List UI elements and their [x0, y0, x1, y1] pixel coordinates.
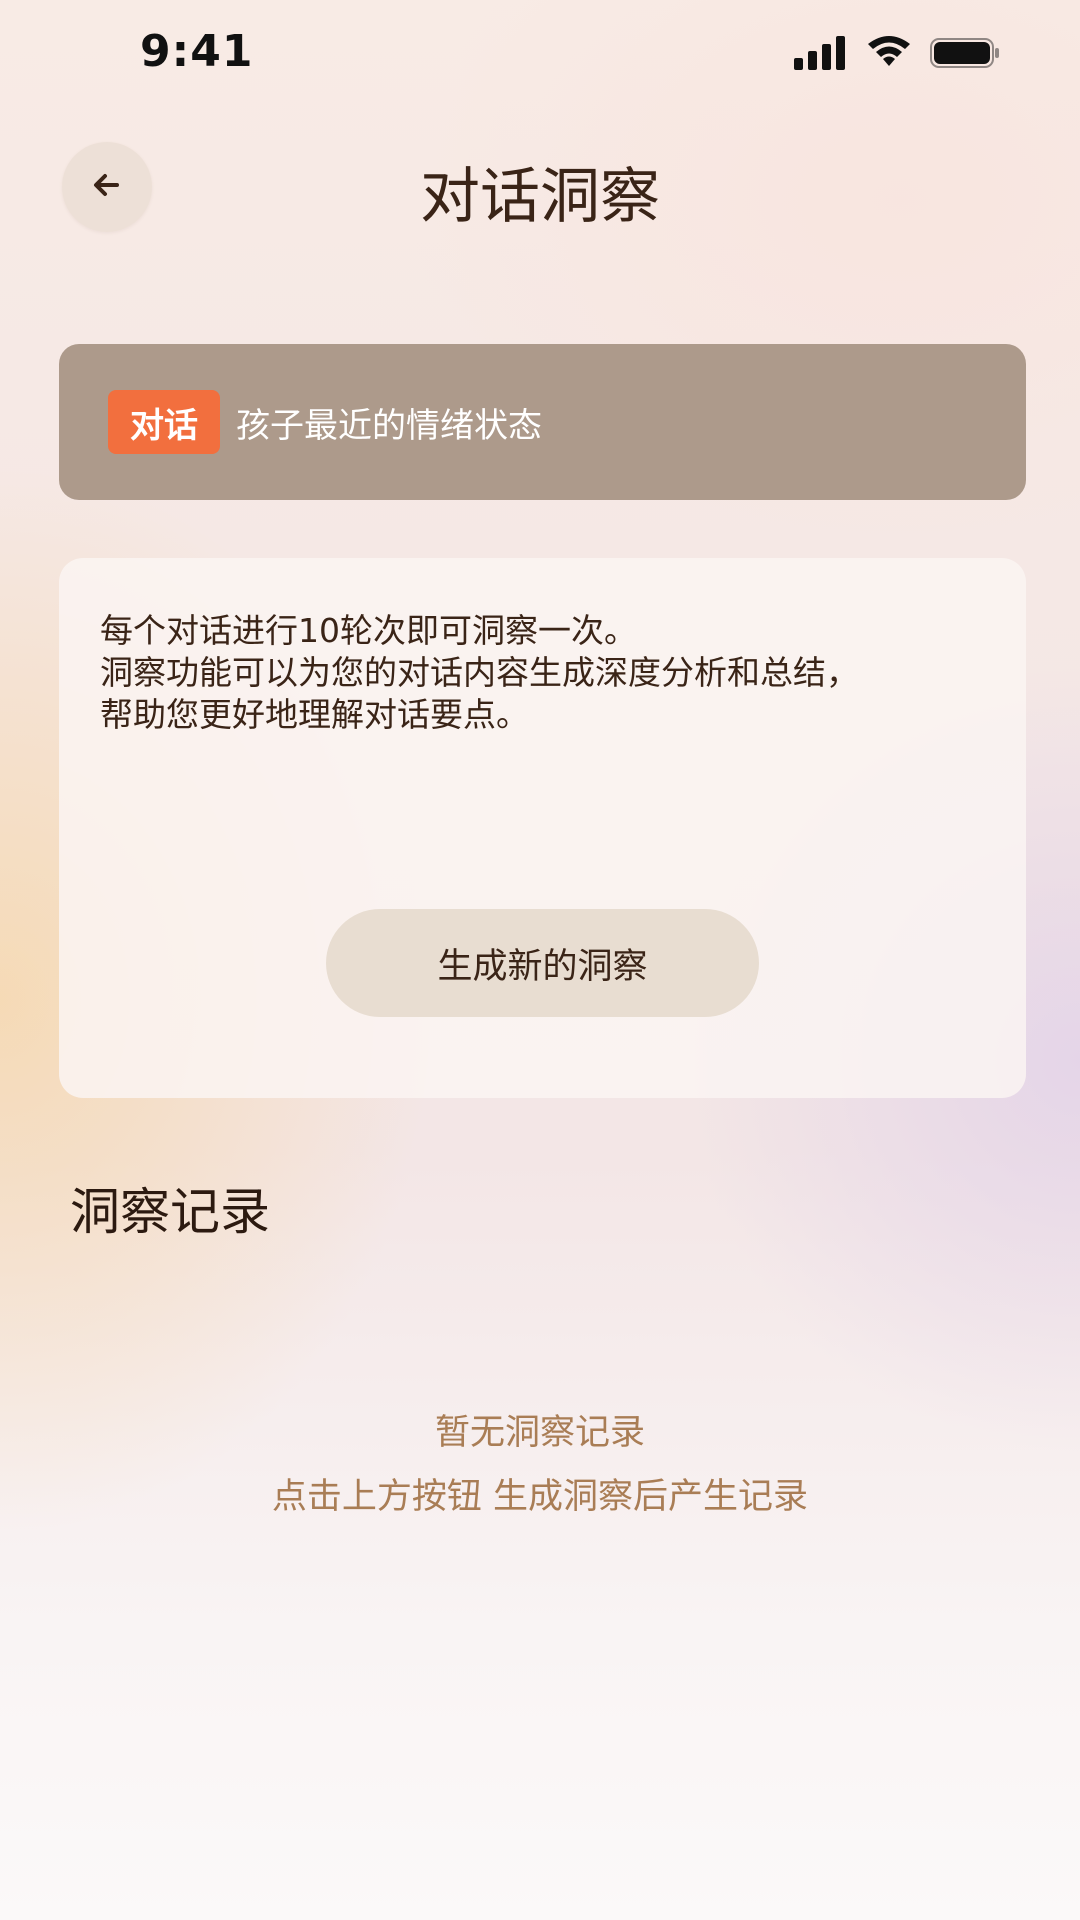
- topic-tag: 对话: [108, 390, 220, 454]
- empty-records-hint: 点击上方按钮 生成洞察后产生记录: [271, 1477, 809, 1517]
- topic-banner: 对话 孩子最近的情绪状态: [59, 344, 1026, 500]
- wifi-icon: [866, 36, 912, 74]
- records-title: 洞察记录: [70, 1183, 270, 1241]
- battery-icon: [930, 36, 1002, 74]
- topic-text: 孩子最近的情绪状态: [236, 405, 542, 446]
- generate-insight-button[interactable]: 生成新的洞察: [326, 909, 759, 1017]
- signal-icon: [794, 36, 848, 74]
- empty-records-title: 暂无洞察记录: [434, 1413, 645, 1453]
- info-card: 每个对话进行10轮次即可洞察一次。 洞察功能可以为您的对话内容生成深度分析和总结…: [59, 558, 1026, 1098]
- status-time: 9:41: [140, 26, 254, 77]
- info-text: 每个对话进行10轮次即可洞察一次。 洞察功能可以为您的对话内容生成深度分析和总结…: [100, 610, 986, 736]
- info-line: 帮助您更好地理解对话要点。: [100, 695, 529, 734]
- info-line: 每个对话进行10轮次即可洞察一次。: [100, 611, 637, 650]
- page-title: 对话洞察: [420, 162, 660, 232]
- info-line: 洞察功能可以为您的对话内容生成深度分析和总结，: [100, 653, 859, 692]
- status-icons: [794, 36, 1002, 74]
